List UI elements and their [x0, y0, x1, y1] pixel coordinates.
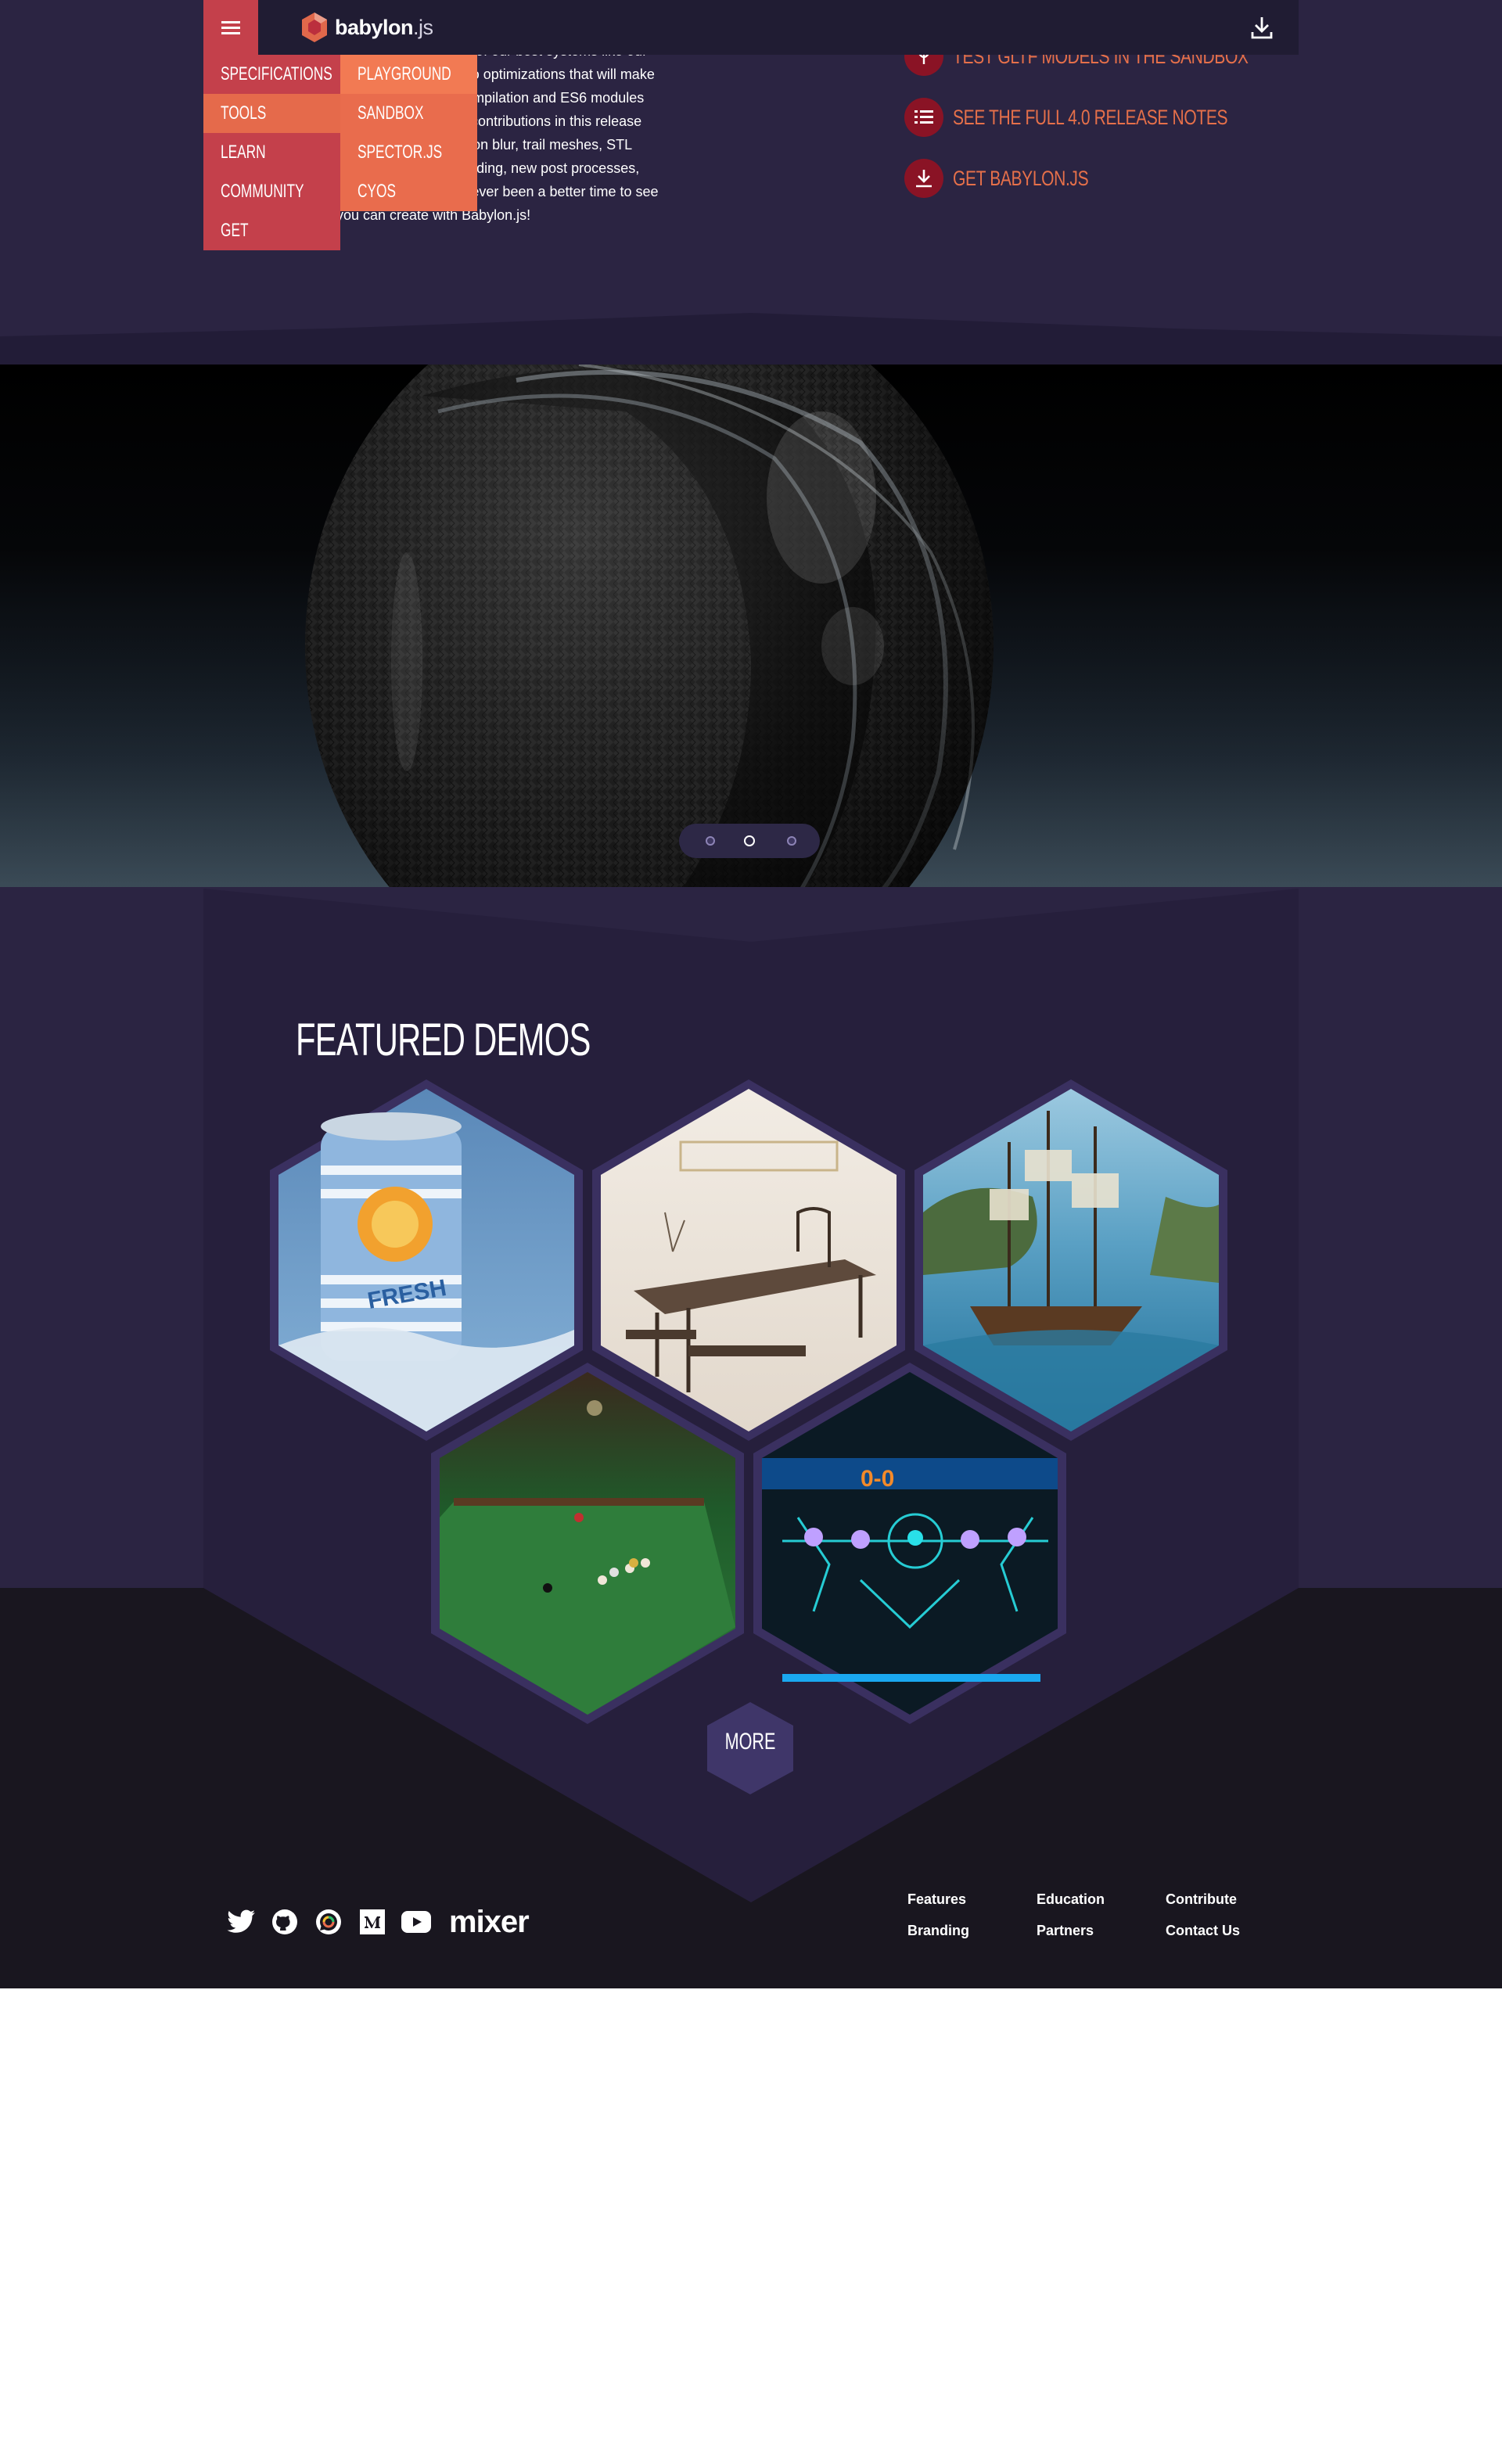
nav-label: SPECIFICATIONS	[221, 63, 332, 84]
social-links: mixer	[225, 1902, 530, 1941]
nav-label: LEARN	[221, 142, 266, 163]
main-nav-menu: SPECIFICATIONS TOOLS LEARN COMMUNITY GET	[203, 55, 340, 250]
nav-label: COMMUNITY	[221, 181, 304, 202]
submenu-label: CYOS	[358, 181, 396, 202]
submenu-label: PLAYGROUND	[358, 63, 451, 84]
logo-suffix: .js	[413, 15, 433, 39]
youtube-icon[interactable]	[401, 1906, 432, 1938]
release-notes-label: SEE THE FULL 4.0 RELEASE NOTES	[953, 105, 1228, 129]
submenu-item-sandbox[interactable]: SANDBOX	[340, 94, 477, 133]
footer-link-features[interactable]: Features	[907, 1891, 966, 1908]
nav-label: GET	[221, 220, 249, 241]
featured-demos-title: FEATURED DEMOS	[296, 1015, 591, 1065]
babylon-logo-icon	[302, 13, 327, 42]
demo-fresh-juice[interactable]: FRESH	[270, 1079, 583, 1441]
hero-carousel	[0, 365, 1502, 889]
footer-link-education[interactable]: Education	[1037, 1891, 1105, 1908]
submenu-item-spector[interactable]: SPECTOR.JS	[340, 133, 477, 172]
tools-submenu: PLAYGROUND SANDBOX SPECTOR.JS CYOS	[340, 55, 477, 211]
babylon-logo[interactable]: babylon.js	[300, 9, 433, 45]
carousel-indicators	[679, 824, 820, 858]
submenu-label: SPECTOR.JS	[358, 142, 443, 163]
demo-air-hockey[interactable]: 0-0	[753, 1363, 1066, 1724]
demo-billiards[interactable]	[431, 1363, 744, 1724]
hamburger-menu-button[interactable]	[203, 0, 258, 55]
nav-label: TOOLS	[221, 102, 267, 124]
submenu-item-cyos[interactable]: CYOS	[340, 172, 477, 211]
carousel-dot-2[interactable]	[744, 835, 755, 846]
logo-text: babylon.js	[335, 16, 433, 40]
nav-item-learn[interactable]: LEARN	[203, 133, 340, 172]
nav-item-community[interactable]: COMMUNITY	[203, 172, 340, 211]
header-download-button[interactable]	[1244, 9, 1280, 45]
section-divider	[0, 313, 1502, 365]
download-icon	[1251, 17, 1273, 39]
logo-brand: babylon	[335, 15, 414, 39]
carousel-dot-3[interactable]	[787, 836, 796, 846]
demo-pirate-ship[interactable]	[914, 1079, 1227, 1441]
nav-item-get[interactable]: GET	[203, 211, 340, 250]
more-demos-label[interactable]: MORE	[707, 1729, 793, 1755]
list-icon	[904, 98, 943, 137]
footer-link-contribute[interactable]: Contribute	[1166, 1891, 1237, 1908]
forum-icon[interactable]	[313, 1906, 344, 1938]
submenu-item-playground[interactable]: PLAYGROUND	[340, 55, 477, 94]
twitter-icon[interactable]	[225, 1906, 257, 1938]
footer-link-partners[interactable]: Partners	[1037, 1923, 1094, 1939]
demo-gallery: FRESH 0-0	[270, 1079, 1227, 1724]
mixer-logo[interactable]: mixer	[449, 1905, 530, 1940]
hamburger-icon	[221, 21, 240, 34]
svg-text:0-0: 0-0	[861, 1466, 894, 1492]
demo-tea-room[interactable]	[592, 1079, 905, 1441]
footer-link-contact-us[interactable]: Contact Us	[1166, 1923, 1240, 1939]
medium-icon[interactable]	[357, 1906, 388, 1938]
footer-link-branding[interactable]: Branding	[907, 1923, 969, 1939]
carousel-dot-1[interactable]	[706, 836, 715, 846]
get-babylon-link[interactable]: GET BABYLON.JS	[904, 156, 1126, 201]
nav-item-specifications[interactable]: SPECIFICATIONS	[203, 55, 340, 94]
nav-item-tools[interactable]: TOOLS	[203, 94, 340, 133]
release-notes-link[interactable]: SEE THE FULL 4.0 RELEASE NOTES	[904, 95, 1305, 140]
more-label-text: MORE	[724, 1729, 776, 1755]
carbon-fiber-sphere-image	[0, 365, 1502, 889]
github-icon[interactable]	[269, 1906, 300, 1938]
get-babylon-label: GET BABYLON.JS	[953, 166, 1089, 190]
submenu-label: SANDBOX	[358, 102, 424, 124]
download-icon	[904, 159, 943, 198]
